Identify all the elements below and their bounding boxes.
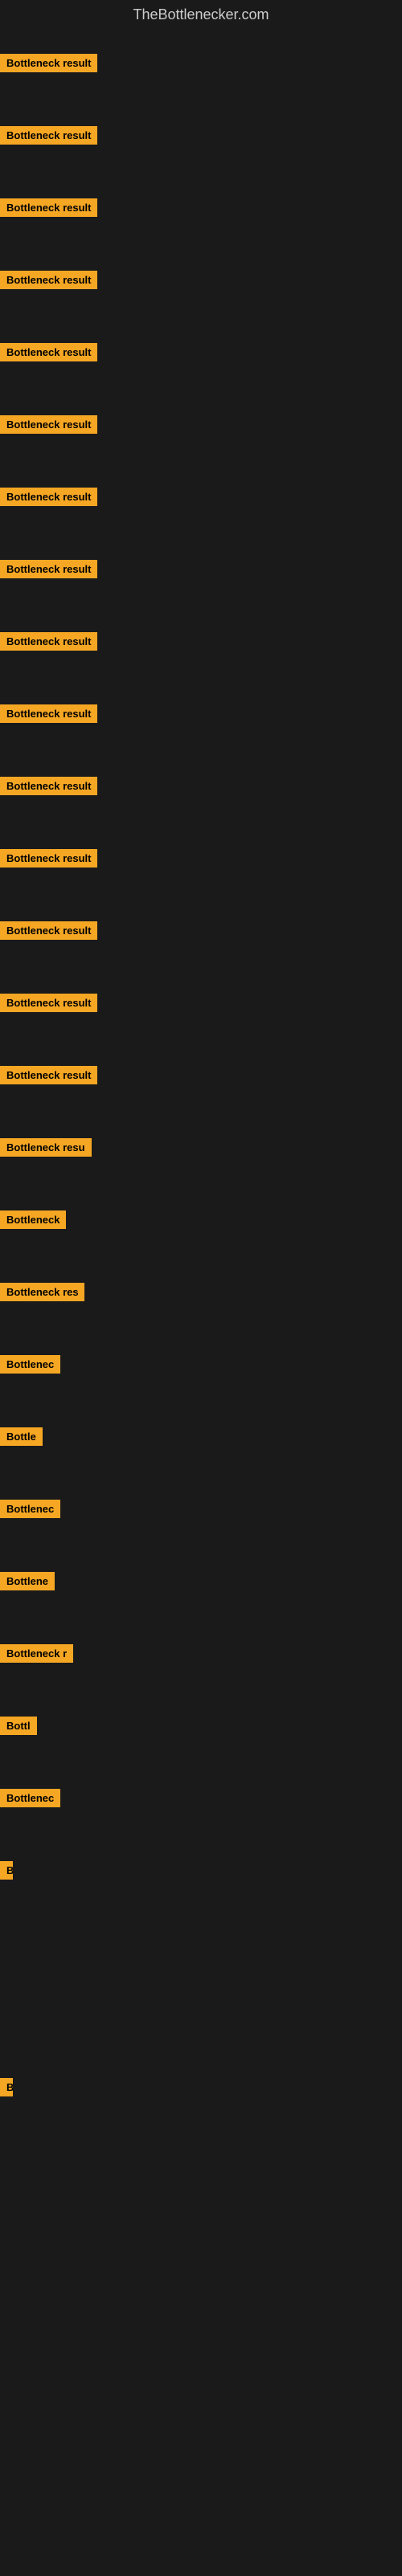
bottleneck-item[interactable]: Bottleneck result: [0, 849, 97, 872]
bottleneck-badge: Bottleneck result: [0, 777, 97, 795]
bottleneck-item[interactable]: Bottlenec: [0, 1355, 60, 1378]
bottleneck-item[interactable]: Bottleneck result: [0, 343, 97, 365]
bottleneck-item[interactable]: B: [0, 1861, 13, 1884]
bottleneck-item[interactable]: Bottlene: [0, 1572, 55, 1594]
bottleneck-badge: Bottleneck result: [0, 994, 97, 1012]
site-title: TheBottlenecker.com: [0, 0, 402, 30]
bottleneck-item[interactable]: Bottleneck result: [0, 198, 97, 221]
bottleneck-badge: Bottleneck result: [0, 1066, 97, 1084]
bottleneck-badge: Bottleneck r: [0, 1644, 73, 1663]
bottleneck-badge: Bottlenec: [0, 1789, 60, 1807]
bottleneck-badge: Bottleneck result: [0, 198, 97, 217]
bottleneck-badge: Bottleneck resu: [0, 1138, 92, 1157]
bottleneck-item[interactable]: Bottleneck resu: [0, 1138, 92, 1161]
bottleneck-badge: Bottle: [0, 1427, 43, 1446]
bottleneck-item[interactable]: Bottleneck result: [0, 560, 97, 582]
bottleneck-item[interactable]: Bottlenec: [0, 1500, 60, 1522]
bottleneck-badge: Bottleneck result: [0, 488, 97, 506]
bottleneck-item[interactable]: Bottleneck res: [0, 1283, 84, 1305]
bottleneck-item[interactable]: Bottleneck: [0, 1210, 66, 1233]
bottleneck-item[interactable]: Bottleneck result: [0, 488, 97, 510]
bottleneck-badge: Bottleneck result: [0, 632, 97, 651]
bottleneck-item[interactable]: Bottleneck result: [0, 777, 97, 799]
bottleneck-item[interactable]: Bottleneck result: [0, 415, 97, 438]
bottleneck-badge: Bottleneck result: [0, 849, 97, 868]
bottleneck-badge: Bottleneck result: [0, 126, 97, 145]
bottleneck-badge: Bottleneck result: [0, 921, 97, 940]
bottleneck-item[interactable]: Bottleneck result: [0, 994, 97, 1016]
bottleneck-item[interactable]: Bottl: [0, 1717, 37, 1739]
bottleneck-badge: Bottlene: [0, 1572, 55, 1590]
bottleneck-badge: Bottleneck result: [0, 560, 97, 578]
bottleneck-badge: Bottleneck result: [0, 415, 97, 434]
bottleneck-item[interactable]: B: [0, 2078, 13, 2100]
bottleneck-badge: Bottleneck result: [0, 343, 97, 361]
bottleneck-badge: Bottl: [0, 1717, 37, 1735]
bottleneck-badge: B: [0, 2078, 13, 2096]
bottleneck-badge: Bottlenec: [0, 1355, 60, 1374]
bottleneck-item[interactable]: Bottleneck result: [0, 54, 97, 76]
bottleneck-item[interactable]: Bottleneck result: [0, 126, 97, 149]
bottleneck-item[interactable]: Bottleneck result: [0, 271, 97, 293]
bottleneck-badge: Bottleneck result: [0, 704, 97, 723]
bottleneck-badge: Bottleneck: [0, 1210, 66, 1229]
bottleneck-badge: Bottleneck res: [0, 1283, 84, 1301]
bottleneck-item[interactable]: Bottleneck result: [0, 704, 97, 727]
bottleneck-badge: B: [0, 1861, 13, 1880]
bottleneck-item[interactable]: Bottleneck result: [0, 1066, 97, 1088]
bottleneck-item[interactable]: Bottleneck result: [0, 921, 97, 944]
bottleneck-badge: Bottleneck result: [0, 54, 97, 72]
bottleneck-badge: Bottleneck result: [0, 271, 97, 289]
bottleneck-badge: Bottlenec: [0, 1500, 60, 1518]
bottleneck-item[interactable]: Bottleneck result: [0, 632, 97, 655]
bottleneck-item[interactable]: Bottle: [0, 1427, 43, 1450]
bottleneck-item[interactable]: Bottleneck r: [0, 1644, 73, 1667]
bottleneck-item[interactable]: Bottlenec: [0, 1789, 60, 1811]
